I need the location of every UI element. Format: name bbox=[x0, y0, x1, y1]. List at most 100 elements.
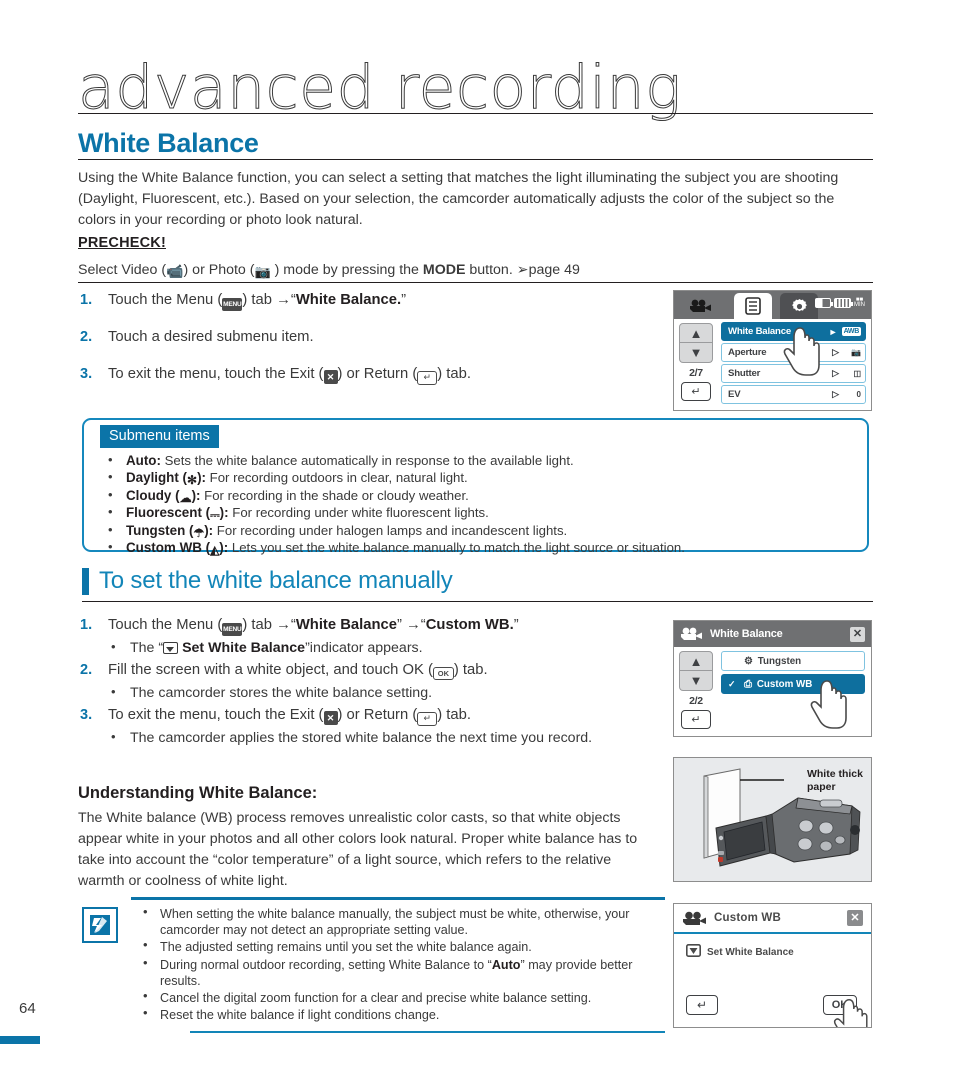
menu-row-white-balance[interactable]: White Balance ► AWB bbox=[721, 322, 866, 341]
manual-step-2-sub: The camcorder stores the white balance s… bbox=[78, 682, 658, 703]
menu-row-ev[interactable]: EV ▷ 0 bbox=[721, 385, 866, 404]
submenu-item-daylight: Daylight (✻): For recording outdoors in … bbox=[104, 468, 854, 486]
tab-video-mode[interactable] bbox=[682, 293, 720, 319]
video-mode-icon bbox=[683, 911, 706, 925]
manual-step-3: 3. To exit the menu, touch the Exit (✕) o… bbox=[78, 705, 658, 726]
menu-row-ev-label: EV bbox=[728, 389, 741, 400]
fluorescent-icon: (⎓): bbox=[201, 505, 229, 523]
submenu-item-tungsten-desc: For recording under halogen lamps and in… bbox=[213, 522, 568, 538]
menu-icon: MENU bbox=[222, 298, 243, 311]
photo-mode-icon: 📷 bbox=[254, 264, 271, 279]
step-1-quote-close: ” bbox=[401, 292, 406, 308]
lcd-custom-wb-screenshot: Custom WB ✕ Set White Balance ↵ OK bbox=[673, 903, 872, 1028]
wb-row-custom-wb-check: ✓ bbox=[728, 678, 736, 689]
menu-row-aperture[interactable]: Aperture ▷ 📷 bbox=[721, 343, 866, 362]
manual-step-3-mid: ) or Return ( bbox=[337, 707, 418, 723]
step-3-mid: ) or Return ( bbox=[337, 366, 418, 382]
submenu-item-cloudy-desc: For recording in the shade or cloudy wea… bbox=[200, 487, 469, 503]
chapter-title: advanced recording bbox=[78, 53, 682, 123]
video-mode-icon: 📹 bbox=[166, 263, 184, 279]
note-item-4-text: Cancel the digital zoom function for a c… bbox=[160, 991, 592, 1006]
page-reference: page 49 bbox=[528, 262, 580, 278]
note-item-1: When setting the white balance manually,… bbox=[138, 904, 668, 938]
manual-step-1-number: 1. bbox=[80, 617, 93, 633]
subsection-accent-bar bbox=[82, 567, 89, 595]
return-button[interactable]: ↵ bbox=[681, 710, 711, 729]
set-white-balance-item[interactable]: Set White Balance bbox=[686, 944, 794, 960]
subsection-title: To set the white balance manually bbox=[99, 567, 453, 594]
return-button[interactable]: ↵ bbox=[681, 382, 711, 401]
menu-row-shutter-label: Shutter bbox=[728, 368, 761, 379]
precheck-text: Select Video (📹) or Photo (📷 ) mode by p… bbox=[78, 260, 868, 280]
lcd-custom-wb-header: Custom WB ✕ bbox=[674, 904, 871, 934]
wb-row-tungsten-label: Tungsten bbox=[757, 655, 802, 667]
photo-caption: White thick paper bbox=[807, 768, 863, 794]
menu-row-shutter[interactable]: Shutter ▷ ◫ bbox=[721, 364, 866, 383]
manual-step-2: 2. Fill the screen with a white object, a… bbox=[78, 660, 658, 681]
steps-list: 1. Touch the Menu (MENU) tab →“White Bala… bbox=[78, 290, 658, 401]
return-icon: ↵ bbox=[417, 712, 438, 726]
tungsten-icon: (☂): bbox=[185, 522, 214, 540]
note-item-2-text: The adjusted setting remains until you s… bbox=[160, 940, 532, 955]
wb-page-indicator: 2/2 bbox=[689, 695, 703, 707]
note-item-4: Cancel the digital zoom function for a c… bbox=[138, 988, 668, 1006]
note-rule-bottom bbox=[190, 1031, 665, 1033]
submenu-items-tag: Submenu items bbox=[100, 425, 219, 448]
page-number: 64 bbox=[19, 1000, 36, 1017]
manual-step-1-pre: Touch the Menu ( bbox=[108, 617, 223, 633]
step-1-mid: ) tab bbox=[242, 292, 277, 308]
notes-list: When setting the white balance manually,… bbox=[138, 904, 668, 1024]
tab-settings-gear[interactable] bbox=[780, 293, 818, 319]
precheck-text-2: ) or Photo ( bbox=[183, 262, 255, 278]
close-icon[interactable]: ✕ bbox=[847, 910, 863, 926]
submenu-item-auto-name: Auto: bbox=[126, 453, 161, 468]
return-button[interactable]: ↵ bbox=[686, 995, 718, 1015]
step-1-arrow: → bbox=[276, 292, 291, 308]
photo-caption-line2: paper bbox=[806, 781, 836, 793]
step-1-number: 1. bbox=[80, 292, 93, 308]
menu-row-ev-value: 0 bbox=[856, 390, 861, 399]
menu-icon: MENU bbox=[222, 623, 243, 636]
scroll-up-button[interactable]: ▲ bbox=[679, 651, 713, 671]
step-1-pre: Touch the Menu ( bbox=[108, 292, 223, 308]
tab-menu-list[interactable] bbox=[734, 293, 772, 319]
set-white-balance-icon bbox=[163, 642, 179, 654]
page-title: White Balance bbox=[78, 128, 259, 158]
manual-step-1: 1. Touch the Menu (MENU) tab →“White Bala… bbox=[78, 615, 658, 636]
step-2-number: 2. bbox=[80, 329, 93, 345]
menu-row-aperture-value: 📷 bbox=[851, 348, 861, 357]
tungsten-icon: ⚙ bbox=[744, 655, 753, 667]
submenu-item-fluorescent-desc: For recording under white fluorescent li… bbox=[228, 505, 489, 521]
wb-row-custom-wb-label: Custom WB bbox=[756, 678, 813, 690]
step-1: 1. Touch the Menu (MENU) tab →“White Bala… bbox=[78, 290, 658, 311]
lcd-nav-controls: ▲ ▼ 2/7 ↵ bbox=[679, 323, 713, 401]
ok-button[interactable]: OK bbox=[823, 995, 857, 1015]
camcorder-photo-illustration: White thick paper bbox=[673, 757, 872, 882]
scroll-down-button[interactable]: ▼ bbox=[679, 671, 713, 691]
precheck-text-3: ) mode by pressing the bbox=[270, 262, 423, 278]
lcd-wb-title: White Balance bbox=[710, 628, 783, 640]
mode-button-label: MODE bbox=[422, 262, 466, 278]
close-icon[interactable]: ✕ bbox=[850, 626, 865, 642]
note-item-3-bold: Auto bbox=[491, 957, 521, 972]
submenu-item-cloudy-name: Cloudy bbox=[126, 487, 172, 503]
submenu-item-fluorescent: Fluorescent (⎓): For recording under whi… bbox=[104, 503, 854, 523]
battery-icon bbox=[815, 298, 833, 308]
scroll-down-button[interactable]: ▼ bbox=[679, 343, 713, 363]
battery-level-icon bbox=[834, 298, 853, 308]
lcd-white-balance-screenshot: White Balance ✕ ▲ ▼ 2/2 ↵ ⚙ Tungsten ✓ ⎙… bbox=[673, 620, 872, 737]
scroll-up-button[interactable]: ▲ bbox=[679, 323, 713, 343]
wb-row-custom-wb[interactable]: ✓ ⎙ Custom WB bbox=[721, 674, 865, 694]
step-3-post: ) tab. bbox=[437, 366, 471, 382]
photo-caption-line1: White thick bbox=[806, 768, 863, 780]
submenu-item-custom-wb: Custom WB (◭): Lets you set the white ba… bbox=[104, 538, 854, 556]
submenu-item-custom-wb-desc: Lets you set the white balance manually … bbox=[228, 540, 685, 556]
submenu-item-daylight-name: Daylight bbox=[126, 470, 179, 486]
wb-row-tungsten[interactable]: ⚙ Tungsten bbox=[721, 651, 865, 671]
note-item-5-text: Reset the white balance if light conditi… bbox=[160, 1008, 440, 1023]
note-item-1-text: When setting the white balance manually,… bbox=[160, 907, 630, 938]
manual-step-2-number: 2. bbox=[80, 662, 93, 678]
return-icon: ↵ bbox=[417, 371, 438, 385]
section-rule bbox=[78, 159, 873, 160]
step-3: 3. To exit the menu, touch the Exit (✕) o… bbox=[78, 364, 658, 385]
